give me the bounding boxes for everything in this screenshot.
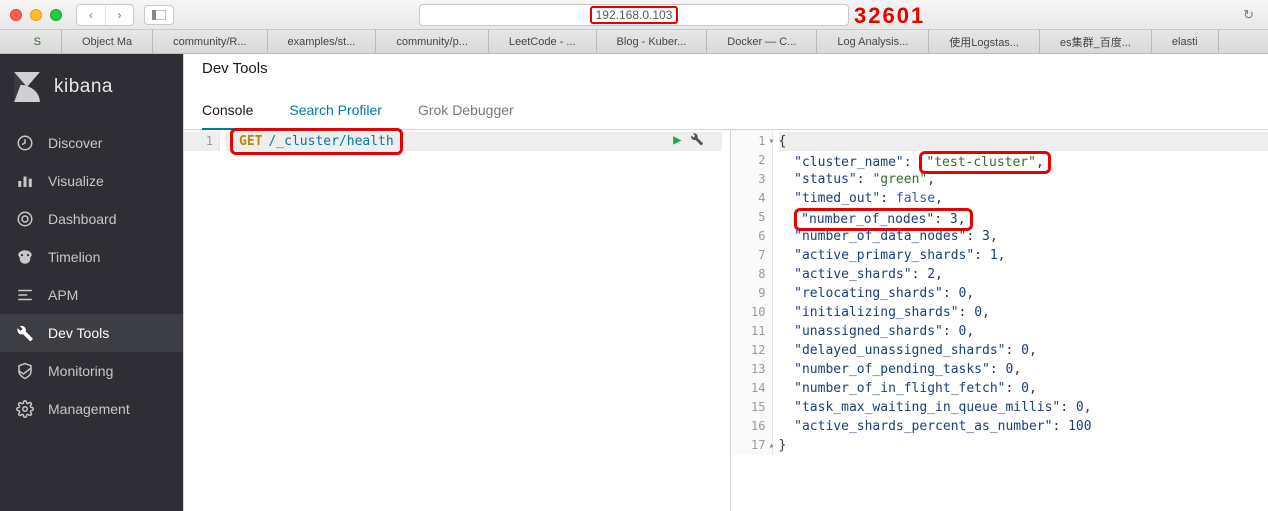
response-fold-gutter: ▾▴ <box>767 132 777 455</box>
response-line: "initializing_shards": 0, <box>779 303 1268 322</box>
back-button[interactable]: ‹ <box>77 5 105 25</box>
sidebar-item-label: Dashboard <box>48 211 117 227</box>
sidebar-item-label: Monitoring <box>48 363 113 379</box>
sidebar-item-monitoring[interactable]: Monitoring <box>0 352 183 390</box>
response-line: "unassigned_shards": 0, <box>779 322 1268 341</box>
response-line: "number_of_in_flight_fetch": 0, <box>779 379 1268 398</box>
brand-text: kibana <box>54 76 113 98</box>
sidebar-item-dev-tools[interactable]: Dev Tools <box>0 314 183 352</box>
devtools-tab-grok-debugger[interactable]: Grok Debugger <box>418 94 532 129</box>
gauge-icon <box>16 210 34 228</box>
minimize-window-icon[interactable] <box>30 9 42 21</box>
response-line: "number_of_nodes": 3, <box>779 208 1268 227</box>
reload-button[interactable]: ↻ <box>1243 7 1254 23</box>
sidebar-item-label: Timelion <box>48 249 100 265</box>
response-line: "timed_out": false, <box>779 189 1268 208</box>
response-line: "active_shards": 2, <box>779 265 1268 284</box>
browser-tab[interactable]: 使用Logstas... <box>929 30 1040 53</box>
sidebar-item-label: Dev Tools <box>48 325 109 341</box>
response-line: "delayed_unassigned_shards": 0, <box>779 341 1268 360</box>
kibana-sidebar: kibana Discover Visualize Dashboard Timelio… <box>0 54 183 511</box>
bar-chart-icon <box>16 172 34 190</box>
sidebar-item-management[interactable]: Management <box>0 390 183 428</box>
browser-tab[interactable]: Blog - Kuber... <box>597 30 708 53</box>
response-line: } <box>779 436 1268 455</box>
sidebar-item-timelion[interactable]: Timelion <box>0 238 183 276</box>
devtools-tab-console[interactable]: Console <box>202 94 271 130</box>
brand: kibana <box>0 62 183 124</box>
response-line: "active_shards_percent_as_number": 100 <box>779 417 1268 436</box>
browser-titlebar: ‹ › 192.168.0.103 32601 ↻ <box>0 0 1268 30</box>
timelion-icon <box>16 248 34 266</box>
response-line: "active_primary_shards": 1, <box>779 246 1268 265</box>
browser-tab[interactable]: Object Ma <box>62 30 153 53</box>
gear-icon <box>16 400 34 418</box>
maximize-window-icon[interactable] <box>50 9 62 21</box>
request-path: /_cluster/health <box>268 132 393 151</box>
request-options-button[interactable] <box>690 132 704 150</box>
page-title: Dev Tools <box>184 54 1268 84</box>
sidebar-item-dashboard[interactable]: Dashboard <box>0 200 183 238</box>
run-request-button[interactable]: ▶ <box>673 132 681 148</box>
response-line: "relocating_shards": 0, <box>779 284 1268 303</box>
browser-tab[interactable]: community/p... <box>376 30 489 53</box>
sidebar-item-discover[interactable]: Discover <box>0 124 183 162</box>
address-annotation: 32601 <box>854 3 925 29</box>
request-method: GET <box>239 132 262 151</box>
address-bar[interactable]: 192.168.0.103 <box>419 4 849 26</box>
browser-tab[interactable]: Docker — C... <box>707 30 817 53</box>
browser-tab[interactable]: Log Analysis... <box>817 30 929 53</box>
console-response-pane[interactable]: 1234567891011121314151617 ▾▴ { "cluster_… <box>730 130 1268 511</box>
sidebar-item-label: APM <box>48 287 78 303</box>
request-line[interactable]: GET /_cluster/health <box>226 132 722 151</box>
sidebar-item-visualize[interactable]: Visualize <box>0 162 183 200</box>
request-gutter: 1 <box>184 130 220 151</box>
browser-tab[interactable]: S <box>0 30 62 53</box>
response-line: "task_max_waiting_in_queue_millis": 0, <box>779 398 1268 417</box>
main-area: Dev Tools Console Search Profiler Grok Deb… <box>183 54 1268 511</box>
console-request-pane[interactable]: 1 GET /_cluster/health ▶ <box>184 130 722 511</box>
wrench-icon <box>16 324 34 342</box>
list-icon <box>16 286 34 304</box>
browser-tab[interactable]: LeetCode - ... <box>489 30 597 53</box>
sidebar-item-label: Discover <box>48 135 102 151</box>
devtools-tabs: Console Search Profiler Grok Debugger <box>184 84 1268 130</box>
browser-tab[interactable]: es集群_百度... <box>1040 30 1152 53</box>
browser-tab[interactable]: elasti <box>1152 30 1219 53</box>
response-line: { <box>779 132 1268 151</box>
browser-tab[interactable]: examples/st... <box>268 30 377 53</box>
sidebar-item-label: Management <box>48 401 130 417</box>
response-line: "number_of_pending_tasks": 0, <box>779 360 1268 379</box>
window-controls <box>10 9 62 21</box>
response-line: "number_of_data_nodes": 3, <box>779 227 1268 246</box>
compass-icon <box>16 134 34 152</box>
devtools-tab-search-profiler[interactable]: Search Profiler <box>289 94 400 129</box>
response-line: "cluster_name": "test-cluster", <box>779 151 1268 170</box>
sidebar-item-label: Visualize <box>48 173 104 189</box>
forward-button[interactable]: › <box>105 5 133 25</box>
kibana-logo-icon <box>14 72 40 102</box>
address-host: 192.168.0.103 <box>590 6 679 24</box>
nav-buttons: ‹ › <box>76 4 134 26</box>
sidebar-item-apm[interactable]: APM <box>0 276 183 314</box>
browser-tabstrip: SObject Macommunity/R...examples/st...co… <box>0 30 1268 54</box>
sidebar-toggle-button[interactable] <box>144 5 174 25</box>
browser-tab[interactable]: community/R... <box>153 30 267 53</box>
heartbeat-icon <box>16 362 34 380</box>
close-window-icon[interactable] <box>10 9 22 21</box>
